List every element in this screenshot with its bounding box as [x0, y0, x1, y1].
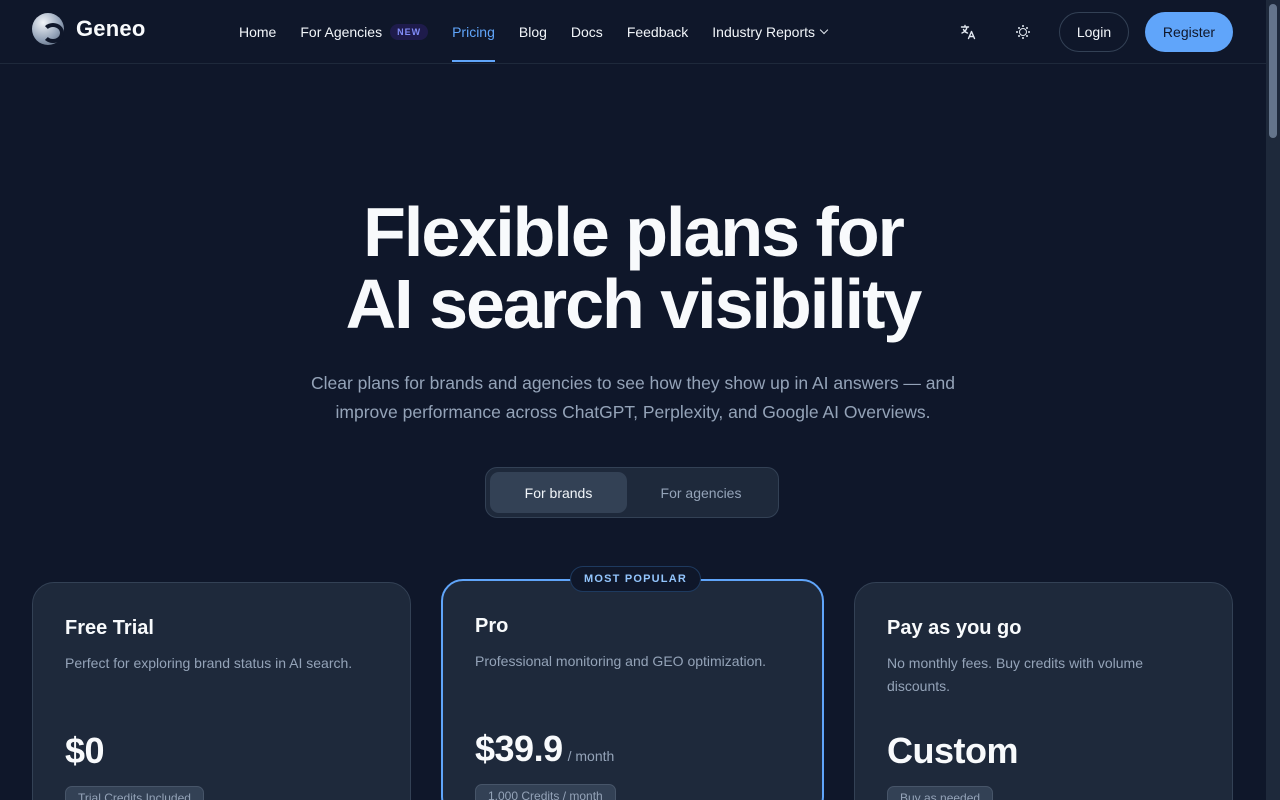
plan-credits-pill: Buy as needed: [887, 786, 994, 800]
translate-icon[interactable]: [956, 20, 980, 44]
plan-price: $0: [65, 730, 105, 771]
toggle-for-agencies[interactable]: For agencies: [631, 472, 771, 513]
theme-toggle-glyph: [1019, 28, 1027, 36]
plan-period: / month: [567, 748, 615, 764]
most-popular-badge: MOST POPULAR: [570, 566, 702, 592]
plan-name: Free Trial: [65, 617, 154, 639]
logo-icon: [32, 13, 64, 45]
brand-name: Geneo: [76, 16, 146, 41]
price-row: Custom: [887, 730, 1200, 772]
top-navbar: Geneo Home For Agencies NEW Pricing Blog…: [0, 0, 1266, 64]
hero-subtitle: Clear plans for brands and agencies to s…: [311, 373, 955, 422]
new-badge: NEW: [390, 24, 429, 40]
nav-home[interactable]: Home: [239, 0, 276, 64]
sun-icon[interactable]: [1011, 20, 1035, 44]
nav-for-agencies[interactable]: For Agencies NEW: [300, 0, 429, 64]
price-row: $0: [65, 730, 378, 772]
nav-industry-reports[interactable]: Industry Reports: [712, 0, 829, 64]
main-nav: Home For Agencies NEW Pricing Blog Docs …: [239, 0, 851, 64]
login-button[interactable]: Login: [1059, 12, 1129, 52]
plan-credits-pill: Trial Credits Included: [65, 786, 204, 800]
plan-name: Pro: [475, 615, 509, 637]
hero-title-line-2: AI search visibility: [345, 265, 923, 343]
hero-title-line-1: Flexible plans for: [363, 193, 905, 271]
nav-feedback[interactable]: Feedback: [627, 0, 688, 64]
nav-blog[interactable]: Blog: [519, 0, 547, 64]
scrollbar-thumb[interactable]: [1269, 4, 1277, 138]
nav-pricing[interactable]: Pricing: [452, 0, 495, 64]
plan-description: Perfect for exploring brand status in AI…: [65, 655, 353, 671]
logo[interactable]: Geneo: [32, 13, 145, 45]
price-row: $39.9 / month: [475, 728, 790, 770]
toggle-for-brands[interactable]: For brands: [490, 472, 627, 513]
plan-card-free-trial: Free Trial Perfect for exploring brand s…: [32, 582, 411, 800]
plan-description: Professional monitoring and GEO optimiza…: [475, 653, 767, 669]
plan-credits-pill: 1,000 Credits / month: [475, 784, 616, 800]
plan-description: No monthly fees. Buy credits with volume…: [887, 655, 1143, 694]
page-scrollbar[interactable]: [1266, 0, 1280, 800]
plan-price: $39.9: [475, 728, 563, 769]
plan-price: Custom: [887, 730, 1019, 771]
plan-card-pro: Pro Professional monitoring and GEO opti…: [441, 579, 824, 800]
hero-title: Flexible plans for AI search visibility: [0, 196, 1266, 340]
audience-toggle: For brands For agencies: [485, 467, 779, 518]
register-button[interactable]: Register: [1145, 12, 1233, 52]
chevron-down-icon: [819, 25, 829, 35]
nav-docs[interactable]: Docs: [571, 0, 603, 64]
plan-card-pay-as-you-go: Pay as you go No monthly fees. Buy credi…: [854, 582, 1233, 800]
plan-name: Pay as you go: [887, 617, 1022, 639]
